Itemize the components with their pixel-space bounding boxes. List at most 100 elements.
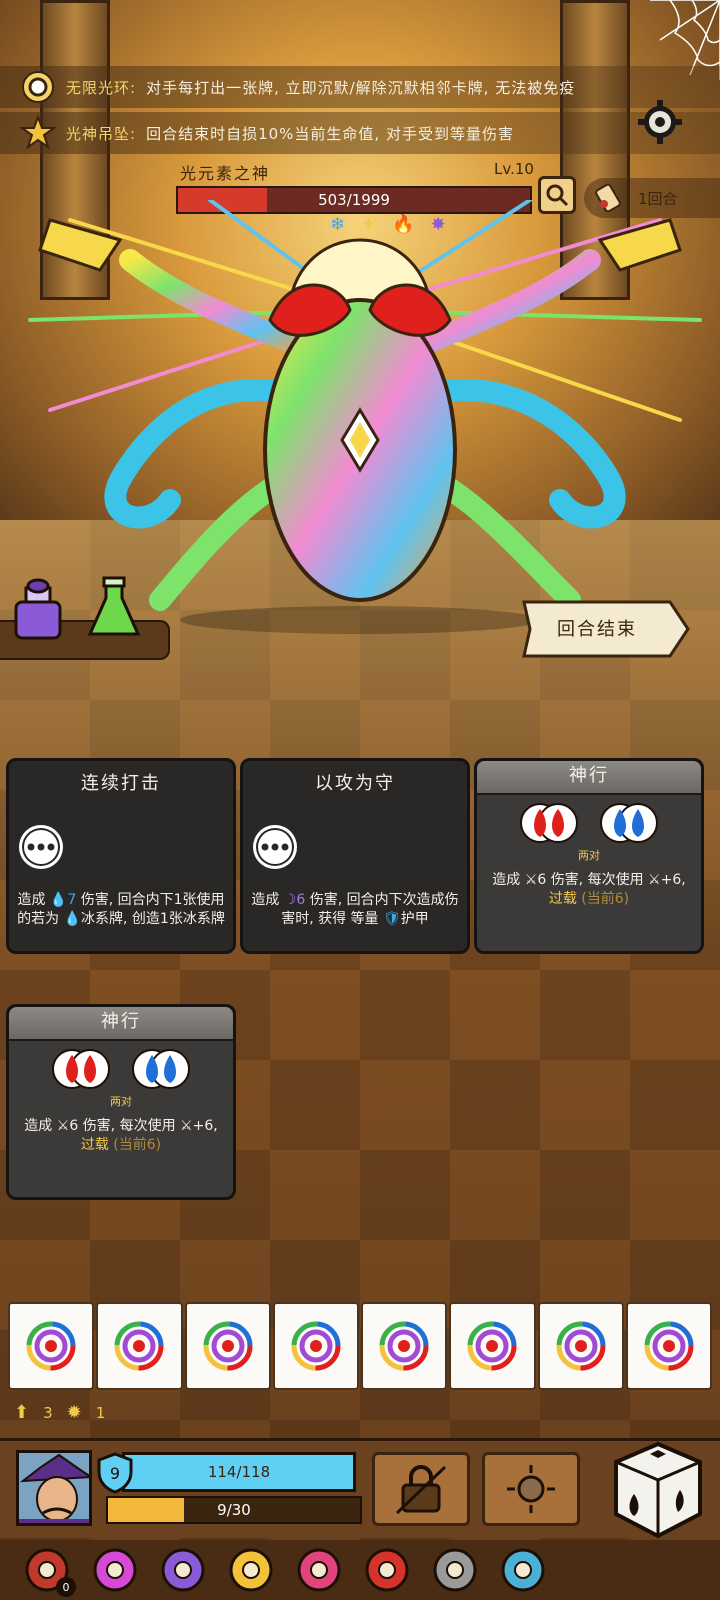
card-desc: 造成 ⚔6 伤害, 每次使用 ⚔+6, 过载 (当前6) xyxy=(485,871,693,909)
star-pendant-icon xyxy=(20,115,56,150)
damage-value: 7 xyxy=(67,892,77,908)
player-hp-bar: 114/118 xyxy=(122,1452,356,1492)
paint-splash-icon xyxy=(93,1548,137,1592)
rainbow-spiral-icon xyxy=(26,1321,76,1371)
shield-icon: 🛡 xyxy=(383,911,401,927)
armor-value: 9 xyxy=(110,1464,120,1483)
rainbow-spiral-icon xyxy=(467,1321,517,1371)
shattered-orb-icon xyxy=(507,1465,555,1513)
card-desc: 造成 ⚔6 伤害, 每次使用 ⚔+6, 过载 (当前6) xyxy=(17,1117,225,1155)
locked-skill-slot[interactable] xyxy=(372,1452,470,1526)
rainbow-die[interactable] xyxy=(537,1302,624,1390)
rainbow-die[interactable] xyxy=(361,1302,448,1390)
rainbow-spiral-icon xyxy=(203,1321,253,1371)
rainbow-die[interactable] xyxy=(96,1302,183,1390)
settings-gear-icon[interactable] xyxy=(636,98,684,146)
relic-count: 0 xyxy=(56,1577,76,1597)
purple-potion-icon[interactable] xyxy=(10,576,66,642)
dice-requirement xyxy=(17,1047,225,1091)
relic-bar: 0 xyxy=(0,1540,720,1600)
exp-text: 9/30 xyxy=(217,1501,251,1519)
sickle-icon xyxy=(501,1548,545,1592)
wizard-portrait-icon xyxy=(19,1453,89,1523)
sword-icon: ⚔ xyxy=(524,872,538,888)
green-potion-icon[interactable] xyxy=(86,576,142,642)
silenced-dots-icon xyxy=(253,825,297,869)
sword-icon: ⚔ xyxy=(56,1118,70,1134)
boss-name: 光元素之神 xyxy=(180,164,271,183)
sun-ring-icon xyxy=(22,71,54,103)
flame-token-icon: ✹ xyxy=(66,1402,82,1423)
desc-text: 造成 xyxy=(24,1118,53,1134)
relic-slot[interactable] xyxy=(86,1543,144,1597)
card-title: 神行 xyxy=(569,765,609,786)
water-pair-icon xyxy=(132,1049,190,1089)
card-title-bar: 神行 xyxy=(477,761,701,795)
flame-count: 1 xyxy=(95,1403,106,1422)
fire-pair-icon xyxy=(52,1049,110,1089)
player-exp-bar: 9/30 xyxy=(106,1496,362,1524)
card-desc: 造成 💧7 伤害, 回合内下1张使用的若为 💧冰系牌, 创造1张冰系牌 xyxy=(17,891,225,929)
relic-slot[interactable] xyxy=(494,1543,552,1597)
desc-text: 造成 xyxy=(17,892,46,908)
rainbow-die[interactable] xyxy=(8,1302,95,1390)
rainbow-spiral-icon xyxy=(556,1321,606,1371)
desc-text: 伤害, 回合内下次造成伤害时, 获得 等量 xyxy=(281,892,459,927)
player-avatar[interactable] xyxy=(16,1450,92,1526)
card-title: 连续打击 xyxy=(81,773,161,794)
damage-value: 6 xyxy=(537,872,547,888)
pair-label: 两对 xyxy=(110,1095,132,1108)
buff-infinite-halo[interactable]: 无限光环: 对手每打出一张牌, 立即沉默/解除沉默相邻卡牌, 无法被免疫 xyxy=(0,66,720,108)
sun-medal-icon xyxy=(229,1548,273,1592)
pair-label: 两对 xyxy=(578,849,600,862)
dice-requirement xyxy=(485,801,693,845)
desc-text: 造成 xyxy=(492,872,521,888)
rainbow-spiral-icon xyxy=(291,1321,341,1371)
rainbow-die[interactable] xyxy=(449,1302,536,1390)
card-title-bar: 神行 xyxy=(9,1007,233,1041)
gold-count: 3 xyxy=(43,1403,53,1422)
card-combo-strike[interactable]: 连续打击 造成 💧7 伤害, 回合内下1张使用的若为 💧冰系牌, 创造1张冰系牌 xyxy=(6,758,236,954)
water-drop-icon: 💧 xyxy=(49,892,68,908)
buff-name: 无限光环: xyxy=(66,78,137,97)
rainbow-die[interactable] xyxy=(184,1302,271,1390)
locked-skill-slot[interactable] xyxy=(482,1452,580,1526)
relic-slot[interactable] xyxy=(358,1543,416,1597)
relic-slot[interactable]: 0 xyxy=(18,1543,76,1597)
card-divine-step[interactable]: 神行 两对 造成 ⚔6 伤害, 每次使用 ⚔+6, 过载 (当前6) xyxy=(6,1004,236,1200)
damage-value: 6 xyxy=(69,1118,79,1134)
sword-icon: ⚔ xyxy=(648,872,661,888)
gargoyle-icon xyxy=(433,1548,477,1592)
card-attack-as-defense[interactable]: 以攻为守 造成 ☽6 伤害, 回合内下次造成伤害时, 获得 等量 🛡护甲 xyxy=(240,758,470,954)
relic-slot[interactable] xyxy=(222,1543,280,1597)
buff-light-pendant[interactable]: 光神吊坠: 回合结束时自损10%当前生命值, 对手受到等量伤害 xyxy=(0,112,720,154)
desc-text: 伤害, 每次使用 xyxy=(550,872,644,888)
desc-text: 伤害, 每次使用 xyxy=(82,1118,176,1134)
card-divine-step[interactable]: 神行 两对 造成 ⚔6 伤害, 每次使用 ⚔+6, 过载 (当前6) xyxy=(474,758,704,954)
overload-current: (当前6) xyxy=(113,1137,162,1153)
relic-slot[interactable] xyxy=(154,1543,212,1597)
roll-dice-button[interactable] xyxy=(610,1440,706,1540)
rainbow-die[interactable] xyxy=(272,1302,359,1390)
armor-shield-icon: 9 xyxy=(97,1452,133,1494)
desc-text: +6, xyxy=(192,1118,218,1134)
buff-desc: 回合结束时自损10%当前生命值, 对手受到等量伤害 xyxy=(146,124,514,143)
card-title: 神行 xyxy=(101,1011,141,1032)
light-god-boss-sprite[interactable] xyxy=(10,200,710,640)
rainbow-spiral-icon xyxy=(114,1321,164,1371)
eye-flask-icon xyxy=(161,1548,205,1592)
moon-icon: ☽ xyxy=(283,892,297,908)
desc-text: +6, xyxy=(660,872,686,888)
card-desc: 造成 ☽6 伤害, 回合内下次造成伤害时, 获得 等量 🛡护甲 xyxy=(251,891,459,929)
desc-text: 造成 xyxy=(251,892,280,908)
rainbow-die[interactable] xyxy=(625,1302,712,1390)
relic-slot[interactable] xyxy=(426,1543,484,1597)
overload-current: (当前6) xyxy=(581,891,630,907)
padlock-icon xyxy=(395,1465,447,1515)
buff-name: 光神吊坠: xyxy=(66,124,137,143)
end-turn-button[interactable]: 回合结束 xyxy=(520,598,692,660)
dice-tray xyxy=(8,1302,712,1392)
overload-keyword: 过载 xyxy=(548,891,577,907)
relic-slot[interactable] xyxy=(290,1543,348,1597)
desc-text: 护甲 xyxy=(400,911,429,927)
